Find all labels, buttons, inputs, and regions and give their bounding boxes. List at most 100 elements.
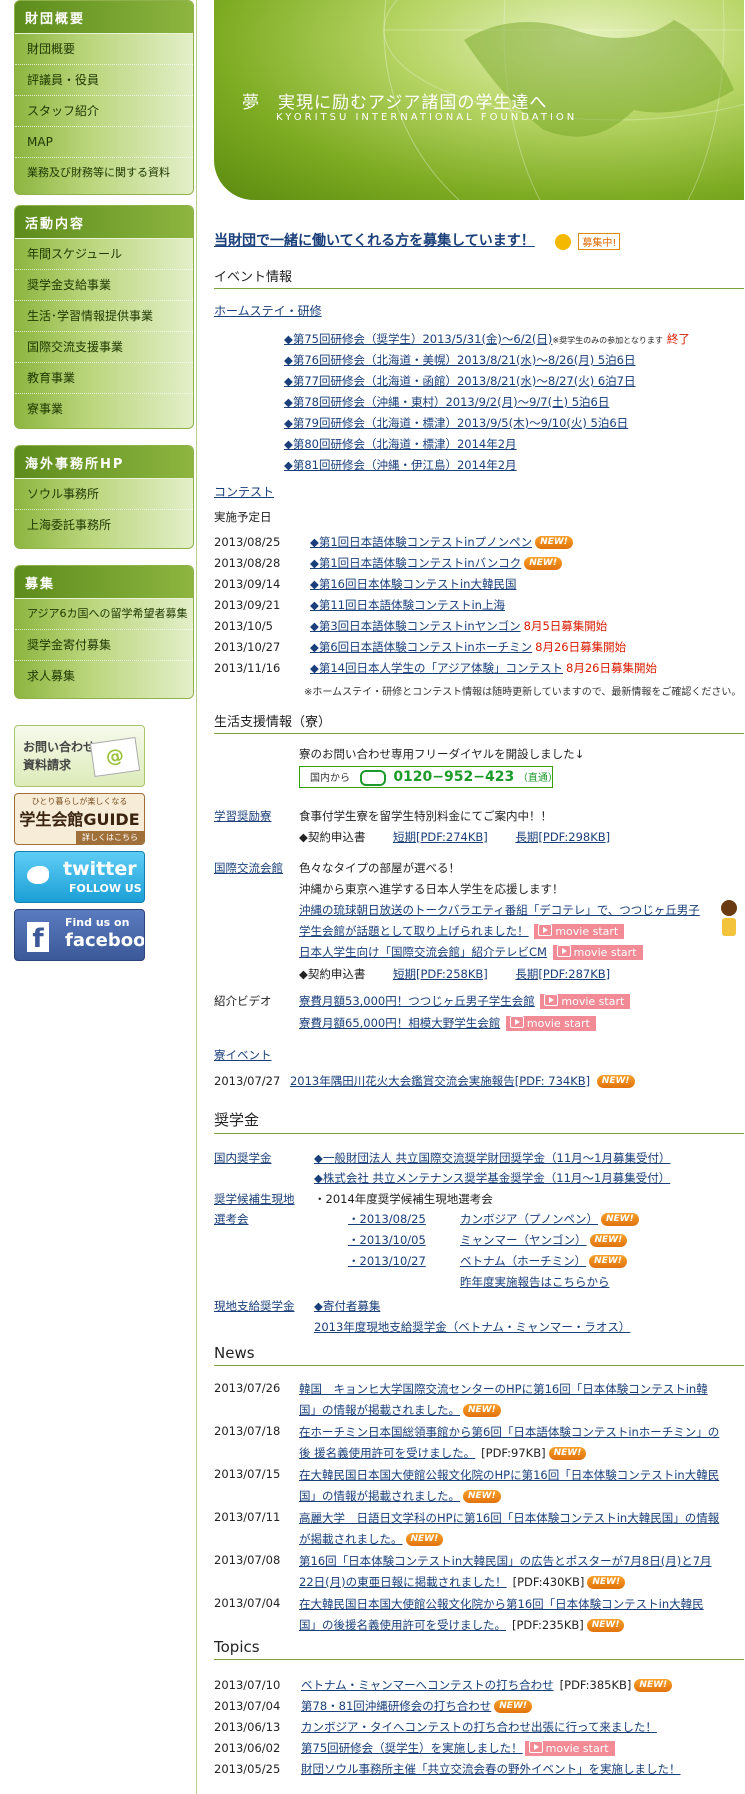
news-link-line1[interactable]: 韓国 キョンヒ大学国際交流センターのHPに第16回「日本体験コンテストin韓 [299, 1381, 708, 1397]
video1-link[interactable]: 寮費月額53,000円！つつじヶ丘男子学生会館 [299, 994, 535, 1008]
sidebar-item-map[interactable]: MAP [15, 127, 193, 158]
topic-link[interactable]: 財団ソウル事務所主催「共立交流会春の野外イベント」を実施しました！ [301, 1762, 681, 1776]
sidebar-item-shanghai[interactable]: 上海委託事務所 [15, 510, 193, 540]
homestay-item: ◆第76回研修会（北海道・美幌）2013/8/21(水)～8/26(月) 5泊6… [284, 352, 636, 368]
sidebar-item-seoul[interactable]: ソウル事務所 [15, 479, 193, 510]
candidate-date[interactable]: ・2013/08/25 [348, 1211, 426, 1227]
guide-banner[interactable]: ひとり暮らしが楽しくなる 学生会館GUIDE 詳しくはこちら [14, 793, 145, 845]
news-link-line1[interactable]: 第16回「日本体験コンテストin大韓民国」の広告とポスターが7月8日(月)と7月 [299, 1553, 712, 1569]
sidebar-item-finance[interactable]: 業務及び財務等に関する資料 [15, 158, 193, 188]
sidebar-item-schedule[interactable]: 年間スケジュール [15, 239, 193, 270]
local-link2[interactable]: 2013年度現地支給奨学金（ベトナム・ミャンマー・ラオス） [314, 1319, 630, 1335]
sidebar-item-intl-exchange[interactable]: 国際交流支援事業 [15, 332, 193, 363]
candidate-label-1[interactable]: 奨学候補生現地 [214, 1191, 295, 1207]
contest-link[interactable]: ◆第11回日本語体験コンテストin上海 [310, 598, 505, 612]
recruit-banner[interactable]: 当財団で一緒に働いてくれる方を募集しています！ 募集中! [214, 230, 744, 250]
movie-label: movie start [561, 995, 625, 1008]
sidebar-item-life-info[interactable]: 生活･学習情報提供事業 [15, 301, 193, 332]
contest-link[interactable]: ◆第1回日本語体験コンテストinプノンペン [310, 535, 532, 549]
kokusai-link2[interactable]: 日本人学生向け「国際交流会館」紹介テレビCM [299, 945, 547, 959]
sidebar-item-about[interactable]: 財団概要 [15, 34, 193, 65]
news-link-line1[interactable]: 在ホーチミン日本国総領事館から第6回「日本語体験コンテストinホーチミン」の [299, 1424, 719, 1440]
news-link-line2[interactable]: 国」の情報が掲載されました。 [299, 1489, 460, 1503]
news-link-line2[interactable]: が掲載されました。 [299, 1532, 403, 1546]
candidate-country[interactable]: ミャンマー（ヤンゴン） [460, 1233, 587, 1247]
homestay-link[interactable]: ◆第75回研修会（奨学生）2013/5/31(金)～6/2(日) [284, 332, 552, 346]
movie-label: movie start [555, 925, 619, 938]
video2-row: 寮費月額65,000円！相模大野学生会館 movie start [299, 1015, 596, 1031]
topic-link[interactable]: カンボジア・タイへコンテストの打ち合わせ出張に行って来ました！ [301, 1720, 657, 1734]
last-year-link[interactable]: 昨年度実施報告はこちらから [460, 1274, 610, 1290]
movie-start-button[interactable]: movie start [540, 994, 631, 1009]
contest-heading[interactable]: コンテスト [214, 483, 744, 500]
news-link-line1[interactable]: 在大韓民国日本国大使館公報文化院から第16回「日本体験コンテストin大韓民 [299, 1596, 704, 1612]
freedial-box[interactable]: 国内から 0120−952−423 （直通） [299, 766, 558, 788]
topic-item: 2013/07/10 ベトナム・ミャンマーへコンテストの打ち合わせ [PDF:385… [214, 1677, 673, 1693]
movie-start-button[interactable]: movie start [534, 924, 625, 939]
candidate-country[interactable]: ベトナム（ホーチミン） [460, 1254, 586, 1268]
contest-link[interactable]: ◆第6回日本語体験コンテストinホーチミン [310, 640, 532, 654]
smiley-icon [554, 233, 571, 250]
kokusai-link1a[interactable]: 沖縄の琉球朝日放送のトークバラエティ番組「デコテレ」で、つつじヶ丘男子 [299, 902, 700, 918]
homestay-heading[interactable]: ホームステイ・研修 [214, 302, 744, 319]
kokusai-link1b[interactable]: 学生会館が話題として取り上げられました！ [299, 924, 529, 938]
contest-link[interactable]: ◆第3回日本語体験コンテストinヤンゴン [310, 619, 521, 633]
gakushu-long-pdf[interactable]: 長期[PDF:298KB] [515, 830, 610, 844]
news-link-line2[interactable]: 国」の後援名義使用許可を受けました。 [299, 1618, 506, 1632]
homestay-link[interactable]: ◆第77回研修会（北海道・函館）2013/8/21(水)～8/27(火) 6泊7… [284, 374, 636, 388]
contest-link[interactable]: ◆第14回日本人学生の「アジア体験」コンテスト [310, 661, 563, 675]
homestay-link[interactable]: ◆第78回研修会（沖縄・東村）2013/9/2(月)～9/7(土) 5泊6日 [284, 395, 609, 409]
movie-start-button[interactable]: movie start [505, 1016, 596, 1031]
recruit-link[interactable]: 当財団で一緒に働いてくれる方を募集しています！ [214, 233, 535, 249]
topic-link[interactable]: 第78・81回沖縄研修会の打ち合わせ [301, 1699, 491, 1713]
candidate-country[interactable]: カンボジア（プノンペン） [460, 1212, 598, 1226]
local-label[interactable]: 現地支給奨学金 [214, 1298, 295, 1314]
candidate-date[interactable]: ・2013/10/27 [348, 1253, 426, 1269]
sidebar-item-jobs[interactable]: 求人募集 [15, 661, 193, 691]
news-link-line2[interactable]: 後 援名義使用許可を受けました。 [299, 1446, 475, 1460]
sidebar-heading: 募集 [15, 566, 193, 599]
ryo-event-link[interactable]: 2013年隅田川花火大会鑑賞交流会実施報告[PDF: 734KB] [290, 1074, 590, 1088]
twitter-banner[interactable]: twitter FOLLOW US [14, 851, 145, 903]
local-link1[interactable]: ◆寄付者募集 [314, 1298, 380, 1314]
ryo-event-heading[interactable]: 寮イベント [214, 1047, 272, 1063]
homestay-link[interactable]: ◆第79回研修会（北海道・標津）2013/9/5(木)～9/10(火) 5泊6日 [284, 416, 628, 430]
kokusai-long-pdf[interactable]: 長期[PDF:287KB] [515, 967, 610, 981]
video2-link[interactable]: 寮費月額65,000円！相模大野学生会館 [299, 1016, 500, 1030]
contest-link[interactable]: ◆第1回日本語体験コンテストinバンコク [310, 556, 521, 570]
sidebar-item-scholarship[interactable]: 奨学金支給事業 [15, 270, 193, 301]
homestay-item: ◆第81回研修会（沖縄・伊江島）2014年2月 [284, 457, 517, 473]
sidebar-item-board[interactable]: 評議員・役員 [15, 65, 193, 96]
contact-banner[interactable]: お問い合わせ 資料請求 @ [14, 725, 145, 787]
topic-link[interactable]: 第75回研修会（奨学生）を実施しました！ [301, 1741, 523, 1755]
candidate-date[interactable]: ・2013/10/05 [348, 1232, 426, 1248]
sidebar-item-education[interactable]: 教育事業 [15, 363, 193, 394]
candidate-label-2[interactable]: 選考会 [214, 1211, 249, 1227]
homestay-link[interactable]: ◆第80回研修会（北海道・標津）2014年2月 [284, 437, 517, 451]
news-line2: 後 援名義使用許可を受けました。 [PDF:97KB] NEW! [299, 1445, 587, 1461]
facebook-banner[interactable]: f Find us on facebook [14, 909, 145, 961]
homestay-link[interactable]: ◆第81回研修会（沖縄・伊江島）2014年2月 [284, 458, 517, 472]
guide-more-link[interactable]: 詳しくはこちら [76, 831, 144, 844]
news-link-line1[interactable]: 在大韓民国日本国大使館公報文化院のHPに第16回「日本体験コンテストin大韓民 [299, 1467, 719, 1483]
sidebar-item-study-abroad[interactable]: アジア6カ国への留学希望者募集 [15, 599, 193, 630]
movie-start-button[interactable]: movie start [524, 1741, 615, 1756]
sidebar-item-dormitory[interactable]: 寮事業 [15, 394, 193, 424]
domestic-label[interactable]: 国内奨学金 [214, 1150, 272, 1166]
kokusai-label[interactable]: 国際交流会館 [214, 860, 283, 876]
kokusai-short-pdf[interactable]: 短期[PDF:258KB] [393, 967, 488, 981]
domestic-link2[interactable]: ◆株式会社 共立メンテナンス奨学基金奨学金（11月～1月募集受付） [314, 1170, 670, 1186]
sidebar-item-donation[interactable]: 奨学金寄付募集 [15, 630, 193, 661]
topic-link[interactable]: ベトナム・ミャンマーへコンテストの打ち合わせ [301, 1678, 554, 1692]
news-link-line2[interactable]: 国」の情報が掲載されました。 [299, 1403, 460, 1417]
contest-link[interactable]: ◆第16回日本体験コンテストin大韓民国 [310, 577, 516, 591]
movie-start-button[interactable]: movie start [552, 945, 643, 960]
news-date: 2013/07/18 [214, 1424, 281, 1438]
domestic-link1[interactable]: ◆一般財団法人 共立国際交流奨学財団奨学金（11月～1月募集受付） [314, 1150, 670, 1166]
news-link-line2[interactable]: 22日(月)の東亜日報に掲載されました！ [299, 1575, 507, 1589]
gakushu-short-pdf[interactable]: 短期[PDF:274KB] [393, 830, 488, 844]
sidebar-item-staff[interactable]: スタッフ紹介 [15, 96, 193, 127]
gakushu-label[interactable]: 学習奨励寮 [214, 808, 272, 824]
homestay-link[interactable]: ◆第76回研修会（北海道・美幌）2013/8/21(水)～8/26(月) 5泊6… [284, 353, 636, 367]
news-link-line1[interactable]: 高麗大学 日語日文学科のHPに第16回「日本体験コンテストin大韓民国」の情報 [299, 1510, 719, 1526]
